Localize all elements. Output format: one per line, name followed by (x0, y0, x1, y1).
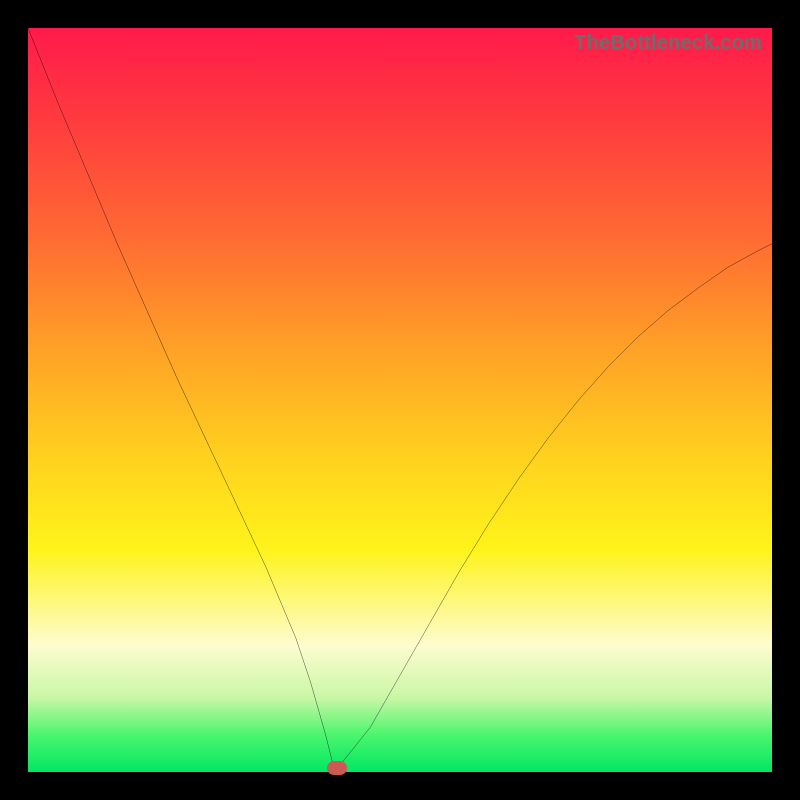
bottleneck-curve (28, 28, 772, 772)
chart-plot-area: TheBottleneck.com (28, 28, 772, 772)
chart-frame: TheBottleneck.com (0, 0, 800, 800)
optimal-marker (327, 761, 347, 775)
